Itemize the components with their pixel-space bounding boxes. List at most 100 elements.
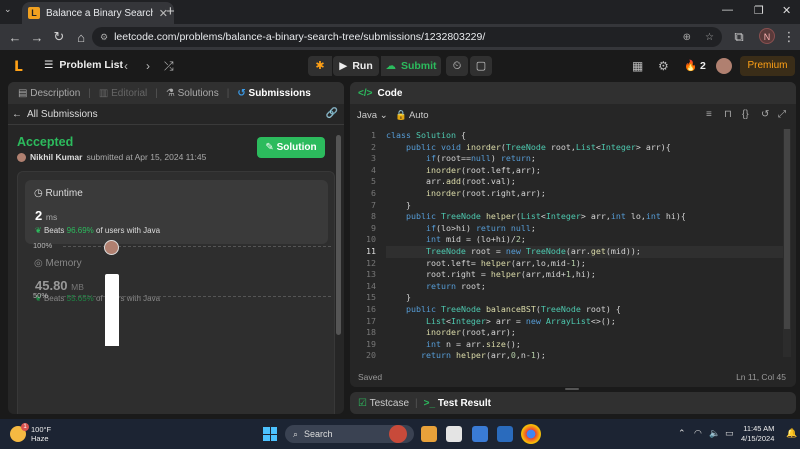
memory-label: ◎ Memory — [34, 258, 82, 269]
problem-list-nav[interactable]: ☰ Problem List — [44, 59, 123, 71]
tab-solutions[interactable]: ⚗ Solutions — [162, 88, 223, 99]
fullscreen-icon[interactable]: ⤢ — [778, 109, 786, 120]
code-line[interactable]: 10 int mid = (lo+hi)/2; — [350, 234, 780, 246]
tab-test-result[interactable]: >_ Test Result — [424, 398, 491, 409]
braces-icon[interactable]: {} — [742, 109, 749, 120]
restore-button[interactable]: ❐ — [754, 4, 764, 17]
minimize-button[interactable]: — — [722, 4, 733, 16]
submit-label: Submit — [400, 60, 437, 72]
code-line[interactable]: 5 arr.add(root.val); — [350, 176, 780, 188]
line-number: 11 — [366, 246, 376, 256]
code-line[interactable]: 6 inorder(root.right,arr); — [350, 188, 780, 200]
premium-button[interactable]: Premium — [740, 56, 795, 76]
code-line[interactable]: 11 TreeNode root = new TreeNode(arr.get(… — [350, 246, 786, 258]
zoom-icon[interactable]: ⊕ — [683, 32, 691, 43]
prev-problem-icon[interactable]: ‹ — [124, 59, 128, 73]
submit-button[interactable]: ☁ Submit — [381, 56, 441, 76]
store-icon[interactable] — [446, 426, 462, 442]
profile-avatar[interactable]: N — [759, 28, 775, 44]
streak-counter[interactable]: 🔥 2 — [684, 59, 706, 72]
code-line[interactable]: 13 root.right = helper(arr,mid+1,hi); — [350, 269, 780, 281]
leetcode-logo[interactable]: ᒪ — [14, 58, 28, 74]
sun-icon: 1 — [10, 423, 29, 442]
code-line[interactable]: 19 int n = arr.size(); — [350, 339, 780, 351]
debug-button[interactable]: ✱ — [308, 56, 332, 76]
tab-editorial[interactable]: ▥ Editorial — [95, 88, 151, 99]
code-scrollbar[interactable] — [783, 129, 791, 357]
code-line[interactable]: 2 public void inorder(TreeNode root,List… — [350, 142, 780, 154]
format-icon[interactable]: ≡ — [706, 109, 712, 120]
weather-widget[interactable]: 1 100°F Haze — [10, 423, 51, 443]
chrome-icon[interactable] — [521, 424, 541, 444]
code-line[interactable]: 20 return helper(arr,0,n-1); — [350, 350, 780, 362]
run-button[interactable]: ▶ Run — [333, 56, 379, 76]
search-icon: ⌕ — [293, 428, 299, 439]
file-explorer-icon[interactable] — [421, 426, 437, 442]
code-line[interactable]: 1 class Solution { — [350, 130, 780, 142]
battery-icon[interactable]: ▭ — [725, 428, 734, 439]
user-avatar[interactable] — [716, 58, 732, 74]
panel-splitter[interactable] — [565, 388, 579, 390]
timer-icon[interactable]: ⏲ — [446, 56, 468, 76]
code-line[interactable]: 18 inorder(root,arr); — [350, 327, 780, 339]
bookmark-star-icon[interactable]: ☆ — [705, 32, 714, 43]
app-icon[interactable] — [497, 426, 513, 442]
site-info-icon[interactable]: ⚙ — [100, 32, 108, 43]
code-text: arr.add(root.val); — [386, 176, 516, 187]
settings-gear-icon[interactable]: ⚙ — [658, 59, 669, 73]
reload-icon[interactable]: ↻ — [48, 29, 70, 45]
wifi-icon[interactable]: ◠ — [694, 428, 702, 439]
notes-icon[interactable]: ▢ — [470, 56, 492, 76]
code-text: int mid = (lo+hi)/2; — [425, 234, 526, 245]
tab-testcase[interactable]: ☑ Testcase — [358, 398, 409, 409]
volume-icon[interactable]: 🔈 — [709, 428, 720, 439]
bookmark-icon[interactable]: ⊓ — [724, 109, 732, 120]
home-icon[interactable]: ⌂ — [70, 30, 92, 45]
code-line[interactable]: 9 if(lo>hi) return null; — [350, 223, 780, 235]
tab-description[interactable]: ▤ Description — [14, 88, 84, 99]
teams-icon[interactable] — [472, 426, 488, 442]
left-scrollbar[interactable] — [336, 127, 342, 387]
runtime-number: 2 — [35, 208, 43, 223]
code-line[interactable]: 15 } — [350, 292, 780, 304]
new-tab-button[interactable]: + — [166, 3, 175, 20]
windows-start-icon[interactable] — [263, 427, 277, 441]
highlighted-bar[interactable] — [105, 274, 119, 346]
code-line[interactable]: 7 } — [350, 200, 780, 212]
reset-icon[interactable]: ↺ — [761, 109, 769, 120]
code-text: root.left= helper(arr,lo,mid-1); — [386, 257, 586, 268]
tab-submissions[interactable]: ↺ Submissions — [233, 88, 314, 99]
back-icon[interactable]: ← — [4, 30, 26, 45]
code-line[interactable]: 16 public TreeNode balanceBST(TreeNode r… — [350, 304, 780, 316]
code-line[interactable]: 14 return root; — [350, 281, 780, 293]
next-problem-icon[interactable]: › — [146, 59, 150, 73]
solution-button[interactable]: ✎ Solution — [257, 137, 325, 158]
code-line[interactable]: 17 List<Integer> arr = new ArrayList<>()… — [350, 316, 780, 328]
tab-search-icon[interactable]: ⌄ — [4, 4, 12, 15]
auto-mode[interactable]: 🔒 Auto — [395, 110, 429, 121]
all-submissions-link[interactable]: ← All Submissions — [12, 109, 98, 120]
code-line[interactable]: 4 inorder(root.left,arr); — [350, 165, 780, 177]
chevron-up-icon[interactable]: ⌃ — [678, 428, 686, 439]
code-line[interactable]: 12 root.left= helper(arr,lo,mid-1); — [350, 258, 780, 270]
submitted-time: submitted at Apr 15, 2024 11:45 — [86, 152, 207, 162]
shuffle-icon[interactable]: ⤮ — [164, 59, 174, 74]
language-select[interactable]: Java ⌄ — [357, 110, 388, 121]
scroll-thumb[interactable] — [336, 135, 341, 335]
browser-tab[interactable]: L Balance a Binary Search Tree - L ✕ — [22, 2, 174, 24]
share-link-icon[interactable]: 🔗 — [326, 108, 338, 119]
layout-icon[interactable]: ▦ — [632, 59, 643, 73]
code-line[interactable]: 8 public TreeNode helper(List<Integer> a… — [350, 211, 780, 223]
submitter-name[interactable]: Nikhil Kumar — [30, 152, 82, 162]
address-bar[interactable]: ⚙ leetcode.com/problems/balance-a-binary… — [92, 27, 722, 47]
notifications-icon[interactable]: 🔔 — [786, 428, 797, 439]
forward-icon[interactable]: → — [26, 30, 48, 45]
extensions-icon[interactable]: ⧉ — [728, 29, 750, 45]
scroll-thumb[interactable] — [784, 129, 790, 329]
runtime-card[interactable]: ◷ Runtime 2 ms ❦ Beats 96.69% of users w… — [25, 180, 328, 244]
code-line[interactable]: 3 if(root==null) return; — [350, 153, 780, 165]
close-window-button[interactable]: ✕ — [782, 4, 791, 17]
browser-menu-icon[interactable]: ⋮ — [778, 29, 800, 45]
code-editor[interactable]: 1 class Solution {2 public void inorder(T… — [350, 124, 796, 360]
system-clock[interactable]: 11:45 AM 4/15/2024 — [741, 424, 774, 444]
